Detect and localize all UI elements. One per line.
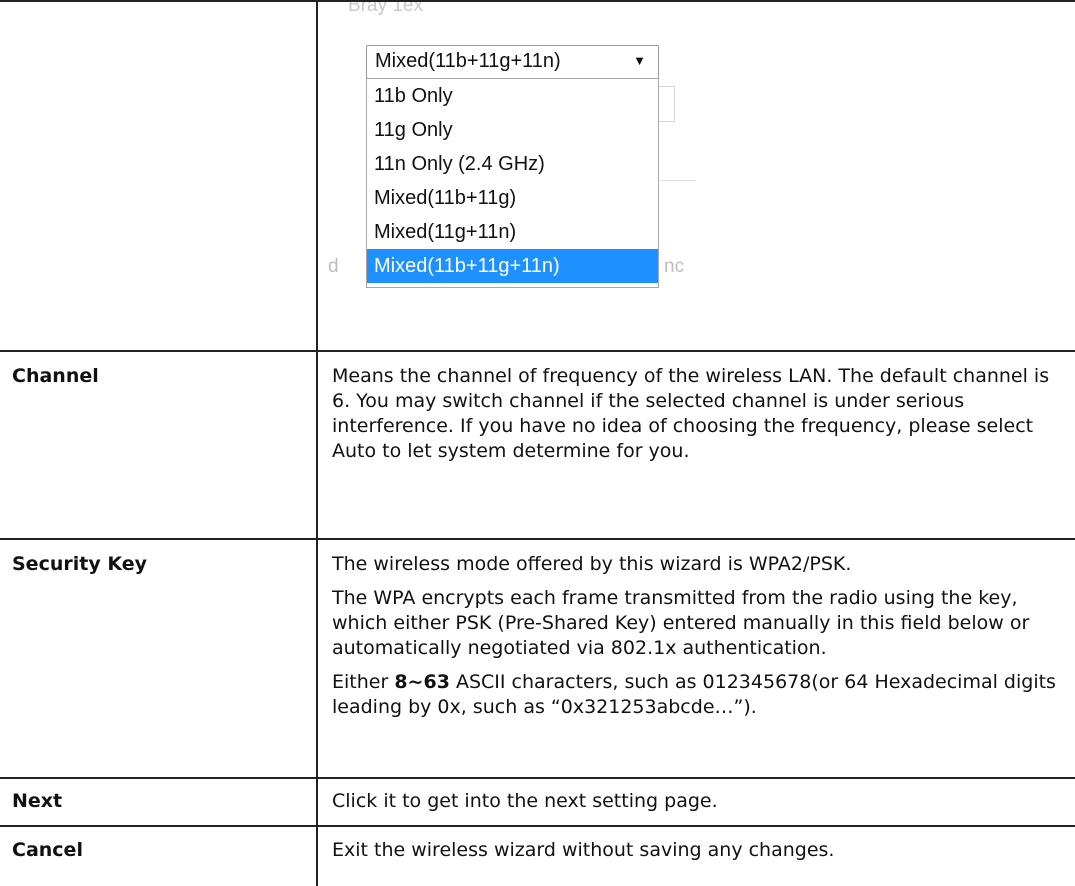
row-description-security-key: The wireless mode offered by this wizard… [332,552,1062,720]
table-row-divider [0,538,1075,540]
security-key-paragraph: The wireless mode offered by this wizard… [332,553,852,575]
row-label-next: Next [12,790,63,812]
faded-text: Bray 1ex [348,2,423,16]
option-mixed-11g-11n[interactable]: Mixed(11g+11n) [367,215,658,249]
row-label-security-key: Security Key [12,553,147,575]
security-key-paragraph: Either 8~63 ASCII characters, such as 01… [332,670,1062,720]
wireless-mode-select[interactable]: Mixed(11b+11g+11n) ▼ [366,45,659,79]
text-run: Either [332,671,395,693]
document-page: Bray 1ex d nc Mixed(11b+11g+11n) ▼ 11b O… [0,0,1075,886]
bold-range: 8~63 [394,671,450,693]
row-description-cancel: Exit the wireless wizard without saving … [332,838,1062,863]
option-mixed-11b-11g-11n[interactable]: Mixed(11b+11g+11n) [367,249,658,283]
table-row-divider [0,350,1075,352]
faded-divider [656,180,696,181]
faded-text: nc [664,256,685,277]
channel-text: Means the channel of frequency of the wi… [332,365,1050,462]
security-key-paragraph: The WPA encrypts each frame transmitted … [332,587,1030,659]
row-description-next: Click it to get into the next setting pa… [332,789,1062,814]
row-label-cancel: Cancel [12,839,83,861]
cancel-text: Exit the wireless wizard without saving … [332,839,835,861]
option-mixed-11b-11g[interactable]: Mixed(11b+11g) [367,181,658,215]
table-row-divider [0,825,1075,827]
chevron-down-icon: ▼ [633,53,646,68]
wireless-mode-screenshot: Bray 1ex d nc Mixed(11b+11g+11n) ▼ 11b O… [318,2,698,348]
next-text: Click it to get into the next setting pa… [332,790,718,812]
faded-text: d [328,256,339,277]
option-11n-only[interactable]: 11n Only (2.4 GHz) [367,147,658,181]
select-current-value: Mixed(11b+11g+11n) [375,50,561,72]
row-label-channel: Channel [12,365,99,387]
faded-field-edge [658,86,675,122]
table-row-divider [0,777,1075,779]
option-11b-only[interactable]: 11b Only [367,79,658,113]
option-11g-only[interactable]: 11g Only [367,113,658,147]
wireless-mode-options: 11b Only 11g Only 11n Only (2.4 GHz) Mix… [366,78,659,288]
row-description-channel: Means the channel of frequency of the wi… [332,364,1062,464]
